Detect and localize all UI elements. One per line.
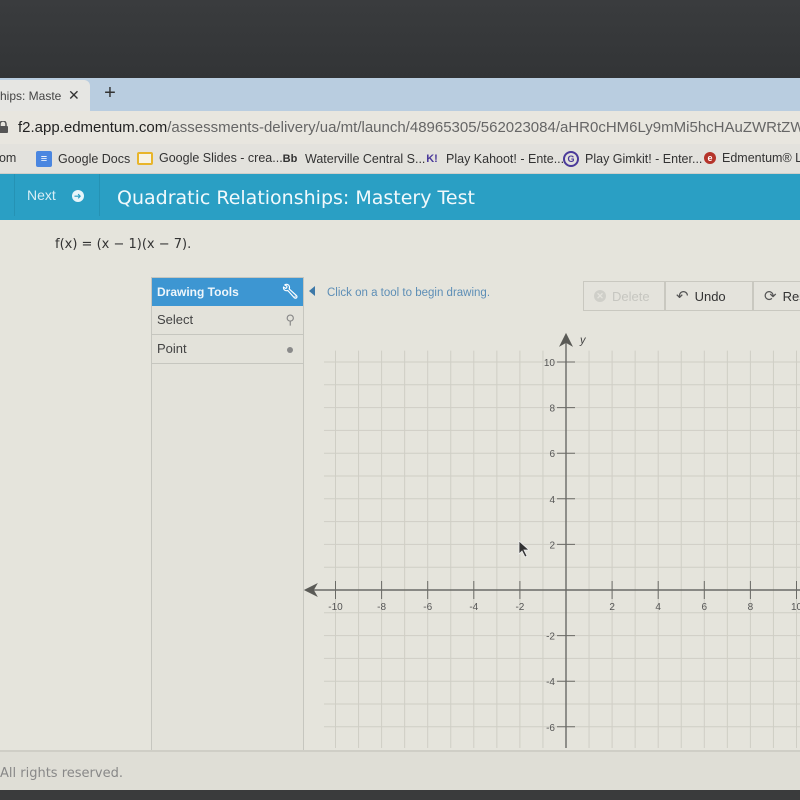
x-tick-label: 8 <box>748 602 754 613</box>
x-tick-label: 10 <box>791 602 800 613</box>
y-tick-label: 6 <box>549 449 555 460</box>
screen: hips: Master ✕ + f2.app.edmentum.com/ass… <box>0 0 800 800</box>
y-tick-label: -4 <box>546 677 555 688</box>
x-tick-label: -8 <box>377 602 386 613</box>
x-tick-label: -4 <box>469 602 478 613</box>
y-tick-label: 2 <box>549 540 555 551</box>
x-tick-label: 4 <box>655 602 661 613</box>
y-tick-label: -6 <box>546 723 555 734</box>
x-tick-label: -6 <box>423 602 432 613</box>
x-tick-label: 2 <box>609 602 615 613</box>
tick-labels: -10 -8 -6 -4 -2 2 4 6 8 10 10 8 6 4 2 -2 -4 -6 <box>328 358 800 734</box>
mouse-cursor-icon <box>518 540 531 558</box>
x-tick-label: -10 <box>328 602 343 613</box>
x-tick-label: -2 <box>515 602 524 613</box>
x-tick-label: 6 <box>702 602 708 613</box>
y-tick-label: 8 <box>549 404 555 415</box>
coordinate-plane[interactable]: y -10 -8 -6 -4 -2 2 4 6 8 10 10 8 6 4 2 -2 -4 -6 <box>0 0 800 800</box>
footer-text: All rights reserved. <box>0 766 123 781</box>
y-axis-label: y <box>579 334 587 346</box>
y-tick-label: 4 <box>549 495 555 506</box>
monitor-bottom-bezel <box>0 790 800 800</box>
footer: All rights reserved. <box>0 750 800 790</box>
y-tick-label: 10 <box>544 358 556 369</box>
y-tick-label: -2 <box>546 632 555 643</box>
grid-lines <box>323 350 800 748</box>
